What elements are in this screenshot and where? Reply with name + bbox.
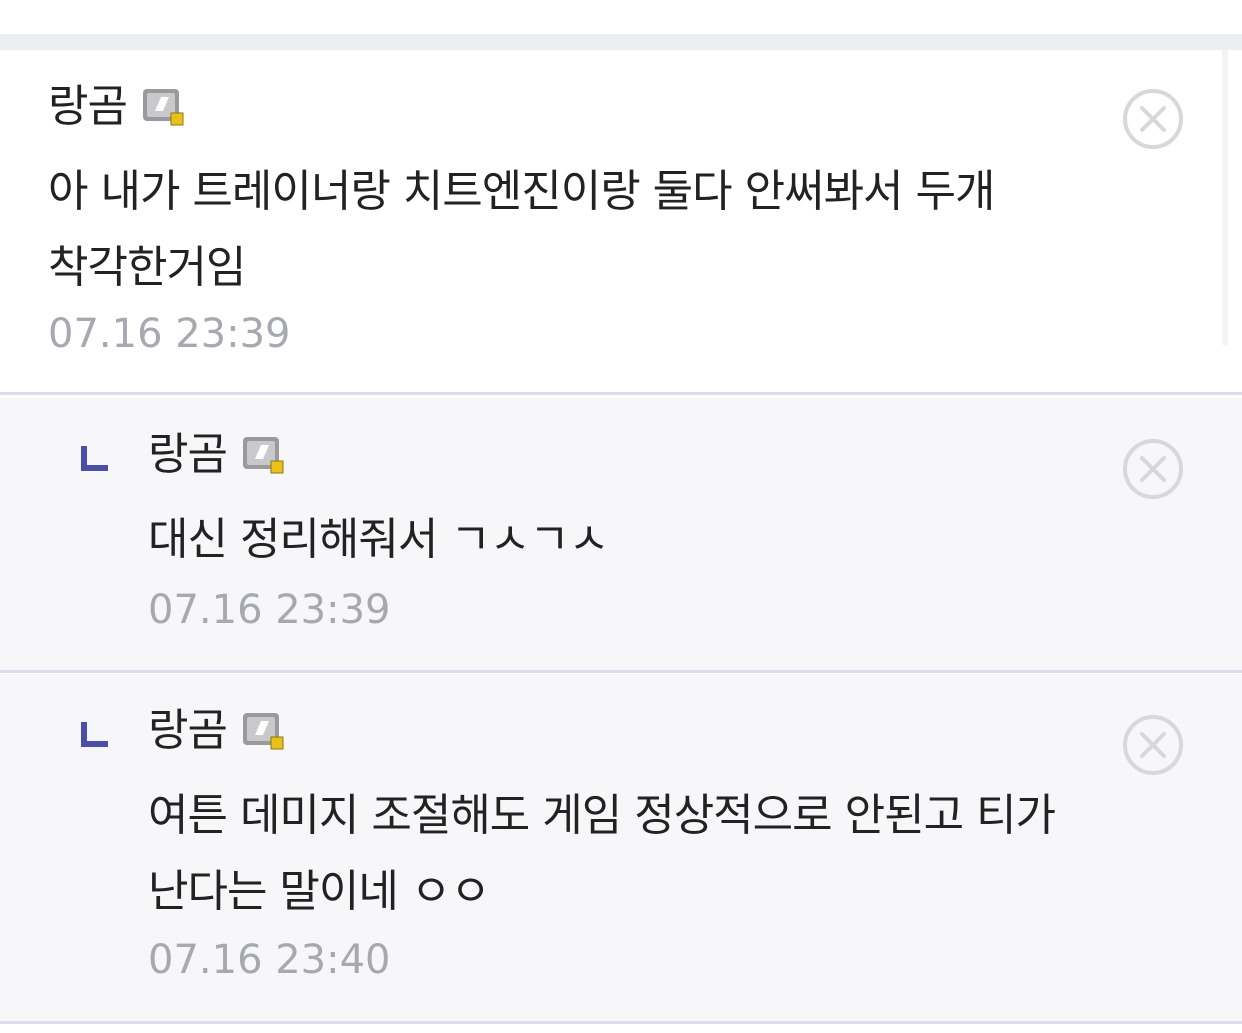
scroll-track bbox=[1222, 50, 1228, 345]
delete-comment-button[interactable] bbox=[1122, 88, 1184, 150]
member-level-icon bbox=[241, 709, 287, 753]
comment-time: 07.16 23:39 bbox=[148, 587, 391, 633]
comment-author[interactable]: 랑곰 bbox=[48, 82, 128, 132]
delete-comment-button[interactable] bbox=[1122, 714, 1184, 776]
top-spacer bbox=[0, 0, 1242, 34]
comment-body: 대신 정리해줘서 ㄱㅅㄱㅅ bbox=[148, 514, 609, 565]
reply-item: 랑곰 여튼 데미지 조절해도 게임 정상적으로 안된고 티가 난다는 말이네 ㅇ… bbox=[0, 674, 1242, 1024]
comment-time: 07.16 23:40 bbox=[148, 937, 391, 983]
comment-time: 07.16 23:39 bbox=[48, 311, 291, 357]
close-circle-icon bbox=[1123, 89, 1183, 149]
delete-comment-button[interactable] bbox=[1122, 438, 1184, 500]
close-circle-icon bbox=[1123, 715, 1183, 775]
comment-header: 랑곰 bbox=[148, 430, 287, 480]
reply-arrow-icon bbox=[81, 722, 108, 747]
comment-author[interactable]: 랑곰 bbox=[148, 430, 228, 480]
comment-author[interactable]: 랑곰 bbox=[148, 706, 228, 756]
close-circle-icon bbox=[1123, 439, 1183, 499]
comment-header: 랑곰 bbox=[148, 706, 287, 756]
member-level-icon bbox=[241, 433, 287, 477]
reply-item: 랑곰 대신 정리해줘서 ㄱㅅㄱㅅ 07.16 23:39 bbox=[0, 398, 1242, 673]
comment-body: 여튼 데미지 조절해도 게임 정상적으로 안된고 티가 난다는 말이네 ㅇㅇ bbox=[148, 790, 1056, 917]
comment-item: 랑곰 아 내가 트레이너랑 치트엔진이랑 둘다 안써봐서 두개 착각한거임 07… bbox=[0, 50, 1242, 395]
comment-header: 랑곰 bbox=[48, 82, 187, 132]
comment-body: 아 내가 트레이너랑 치트엔진이랑 둘다 안써봐서 두개 착각한거임 bbox=[48, 166, 995, 293]
reply-arrow-icon bbox=[81, 446, 108, 471]
member-level-icon bbox=[141, 85, 187, 129]
section-divider bbox=[0, 34, 1242, 50]
